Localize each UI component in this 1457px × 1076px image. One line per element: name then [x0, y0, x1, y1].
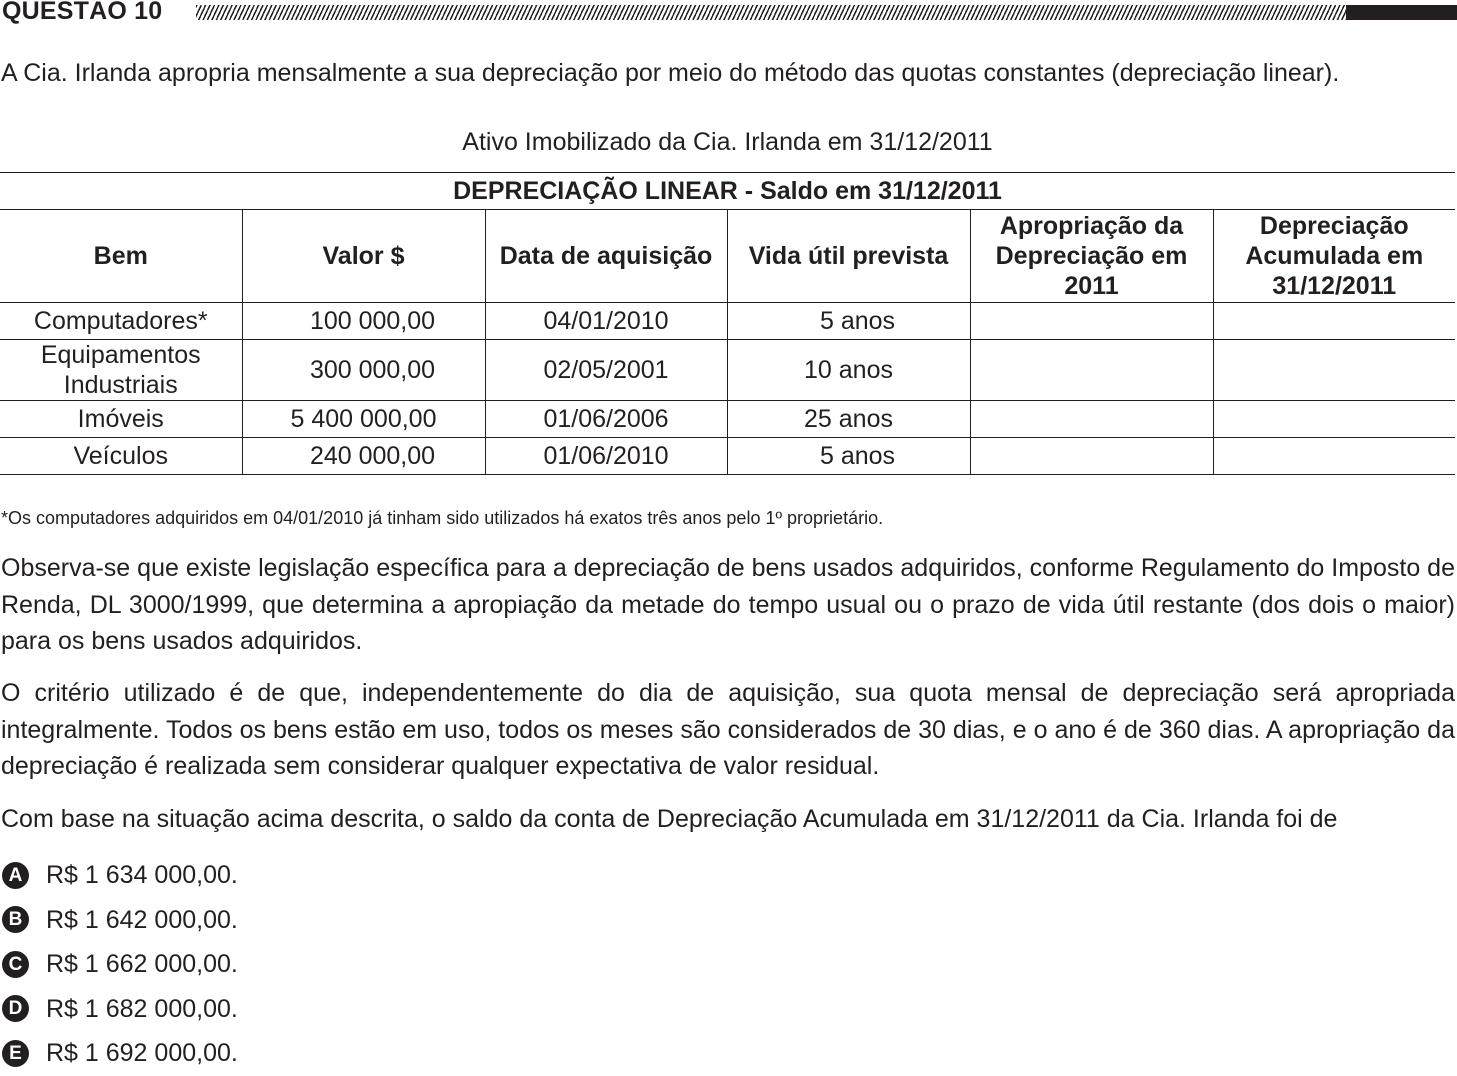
table-row: Computadores* 100 000,00 04/01/2010 5 an… [0, 302, 1456, 340]
table-caption: Ativo Imobilizado da Cia. Irlanda em 31/… [462, 128, 993, 156]
cell-acumulada [1212, 302, 1456, 340]
header-hatch-decoration [196, 5, 1346, 20]
cell-valor: 300 000,00 [241, 339, 486, 401]
cell-data: 01/06/2010 [484, 437, 728, 475]
column-header-vida-util: Vida útil prevista [726, 209, 971, 303]
question-title: QUESTÃO 10 [2, 0, 163, 25]
cell-bem: Imóveis [0, 400, 243, 438]
column-header-valor: Valor $ [241, 209, 486, 303]
table-title: DEPRECIAÇÃO LINEAR - Saldo em 31/12/2011 [0, 172, 1456, 210]
cell-valor: 240 000,00 [241, 437, 486, 475]
cell-apropriacao [969, 302, 1214, 340]
option-text: R$ 1 634 000,00. [46, 861, 238, 890]
cell-bem: Computadores* [0, 302, 243, 340]
cell-valor: 5 400 000,00 [241, 400, 486, 438]
cell-apropriacao [969, 400, 1214, 438]
question-header: QUESTÃO 10 [0, 0, 1457, 26]
cell-acumulada [1212, 339, 1456, 401]
intro-paragraph: A Cia. Irlanda apropria mensalmente a su… [1, 59, 1340, 87]
cell-valor: 100 000,00 [241, 302, 486, 340]
cell-acumulada [1212, 400, 1456, 438]
option-c[interactable]: C R$ 1 662 000,00. [0, 942, 238, 987]
cell-bem: Veículos [0, 437, 243, 475]
table-footnote: *Os computadores adquiridos em 04/01/201… [1, 508, 884, 528]
table-row: Imóveis 5 400 000,00 01/06/2006 25 anos [0, 400, 1456, 438]
column-header-depreciacao-acumulada: Depreciação Acumulada em 31/12/2011 [1212, 209, 1456, 303]
cell-vida: 5 anos [726, 302, 971, 340]
table-header-row: Bem Valor $ Data de aquisição Vida útil … [0, 209, 1456, 303]
table-row: Veículos 240 000,00 01/06/2010 5 anos [0, 437, 1456, 475]
depreciation-table: DEPRECIAÇÃO LINEAR - Saldo em 31/12/2011… [0, 172, 1456, 475]
cell-data: 04/01/2010 [484, 302, 728, 340]
cell-vida: 10 anos [726, 339, 971, 401]
option-text: R$ 1 692 000,00. [46, 1039, 238, 1068]
cell-acumulada [1212, 437, 1456, 475]
cell-apropriacao [969, 437, 1214, 475]
option-letter-badge: B [2, 906, 29, 934]
cell-bem: Equipamentos Industriais [0, 339, 243, 401]
table-row: Equipamentos Industriais 300 000,00 02/0… [0, 339, 1456, 401]
cell-vida: 25 anos [726, 400, 971, 438]
cell-data: 01/06/2006 [484, 400, 728, 438]
option-b[interactable]: B R$ 1 642 000,00. [0, 898, 238, 943]
option-letter-badge: E [2, 1039, 29, 1067]
option-text: R$ 1 642 000,00. [46, 905, 238, 934]
question-prompt: Com base na situação acima descrita, o s… [1, 805, 1338, 833]
question-page: QUESTÃO 10 A Cia. Irlanda apropria mensa… [0, 0, 1457, 1067]
option-letter-badge: D [2, 995, 29, 1023]
option-d[interactable]: D R$ 1 682 000,00. [0, 987, 238, 1032]
answer-options: A R$ 1 634 000,00. B R$ 1 642 000,00. C … [0, 853, 238, 1076]
column-header-data-aquisicao: Data de aquisição [484, 209, 728, 303]
column-header-bem: Bem [0, 209, 243, 303]
option-letter-badge: A [2, 861, 29, 889]
header-solid-bar [1346, 5, 1457, 20]
option-text: R$ 1 662 000,00. [46, 950, 238, 979]
cell-vida: 5 anos [726, 437, 971, 475]
option-text: R$ 1 682 000,00. [46, 994, 238, 1023]
column-header-apropriacao: Apropriação da Depreciação em 2011 [969, 209, 1214, 303]
table-title-row: DEPRECIAÇÃO LINEAR - Saldo em 31/12/2011 [0, 172, 1456, 210]
option-e[interactable]: E R$ 1 692 000,00. [0, 1031, 238, 1076]
option-a[interactable]: A R$ 1 634 000,00. [0, 853, 238, 898]
cell-apropriacao [969, 339, 1214, 401]
cell-data: 02/05/2001 [484, 339, 728, 401]
criteria-paragraph: O critério utilizado é de que, independe… [1, 679, 1455, 780]
option-letter-badge: C [2, 950, 29, 978]
legislation-paragraph: Observa-se que existe legislação específ… [1, 554, 1455, 655]
